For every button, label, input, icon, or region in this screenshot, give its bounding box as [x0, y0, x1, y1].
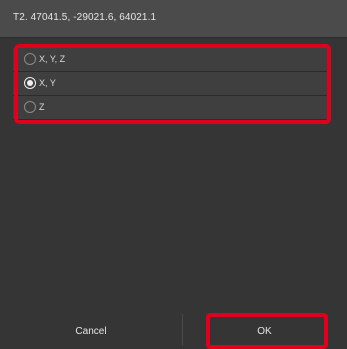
coordinate-filter-dialog: T2. 47041.5, -29021.6, 64021.1 X, Y, Z X… — [0, 0, 347, 349]
option-z[interactable]: Z — [13, 96, 327, 120]
option-xyz[interactable]: X, Y, Z — [13, 48, 327, 72]
dialog-title-bar: T2. 47041.5, -29021.6, 64021.1 — [0, 0, 347, 38]
radio-checked-icon[interactable] — [24, 77, 36, 89]
radio-unchecked-icon[interactable] — [24, 53, 36, 65]
dialog-button-bar: Cancel OK — [0, 314, 347, 349]
option-label: X, Y, Z — [39, 54, 66, 64]
option-label: X, Y — [39, 78, 56, 88]
option-label: Z — [39, 102, 45, 112]
option-xy[interactable]: X, Y — [13, 72, 327, 96]
dialog-title: T2. 47041.5, -29021.6, 64021.1 — [13, 12, 157, 23]
ok-button[interactable]: OK — [182, 314, 347, 349]
button-divider — [182, 314, 183, 346]
coordinate-options-list: X, Y, Z X, Y Z — [13, 48, 327, 120]
cancel-button[interactable]: Cancel — [0, 314, 182, 349]
radio-unchecked-icon[interactable] — [24, 101, 36, 113]
